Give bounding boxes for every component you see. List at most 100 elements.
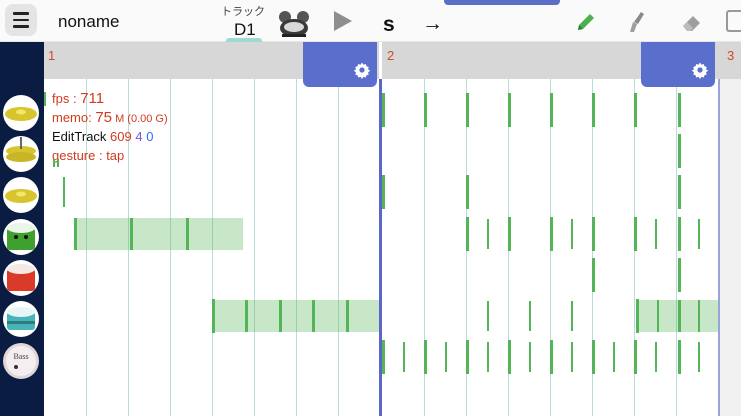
note[interactable] <box>698 300 700 332</box>
note[interactable] <box>245 300 248 332</box>
note[interactable] <box>279 300 282 332</box>
measure-settings-button[interactable] <box>303 42 377 87</box>
measure-number: 3 <box>727 48 735 63</box>
note[interactable] <box>424 340 427 374</box>
note[interactable] <box>487 301 489 331</box>
bass-drum-icon[interactable]: Bass <box>2 342 40 380</box>
measure-settings-button[interactable] <box>641 42 715 87</box>
note[interactable] <box>346 300 349 332</box>
play-icon[interactable] <box>334 11 352 31</box>
note[interactable] <box>466 93 469 127</box>
note[interactable] <box>466 217 469 251</box>
edit-track-value-c: 0 <box>146 129 154 144</box>
gear-icon <box>353 62 371 79</box>
note[interactable] <box>592 340 595 374</box>
measure-number: 2 <box>387 48 395 63</box>
note[interactable] <box>74 218 77 250</box>
note[interactable] <box>634 217 637 251</box>
note[interactable] <box>445 342 447 372</box>
beat-line <box>338 79 339 416</box>
note[interactable] <box>382 340 385 374</box>
note[interactable] <box>655 219 657 249</box>
note[interactable] <box>678 340 681 374</box>
note[interactable] <box>487 219 489 249</box>
pencil-icon[interactable] <box>574 10 598 34</box>
note-hold[interactable] <box>636 300 718 332</box>
note[interactable] <box>657 300 659 332</box>
note[interactable] <box>466 175 469 209</box>
note[interactable] <box>571 219 573 249</box>
note[interactable] <box>529 342 531 372</box>
note[interactable] <box>550 217 553 251</box>
toolbar: noname トラック D1 s → <box>0 0 741 42</box>
note[interactable] <box>678 93 681 127</box>
edit-track-value-a: 609 <box>110 129 132 144</box>
arrow-right-icon[interactable]: → <box>422 13 443 34</box>
hihat-icon[interactable] <box>2 135 40 173</box>
note[interactable] <box>382 175 385 209</box>
note[interactable] <box>508 93 511 127</box>
note[interactable] <box>186 218 189 250</box>
note[interactable] <box>592 217 595 251</box>
note[interactable] <box>466 340 469 374</box>
note[interactable] <box>487 342 489 372</box>
note[interactable] <box>382 93 385 127</box>
debug-indicator <box>44 92 46 106</box>
note[interactable] <box>592 93 595 127</box>
note[interactable] <box>592 258 595 292</box>
panel-toggle-button[interactable] <box>726 10 741 32</box>
note[interactable] <box>571 342 573 372</box>
select-mode-button[interactable]: s <box>383 14 395 35</box>
note[interactable] <box>212 299 215 333</box>
drum-kit-icon[interactable] <box>276 8 312 40</box>
note-hold[interactable] <box>212 300 379 332</box>
note[interactable] <box>678 217 681 251</box>
note[interactable] <box>655 342 657 372</box>
debug-overlay: fps : 711 memo: 75 M (0.00 G) EditTrack … <box>52 90 168 165</box>
note[interactable] <box>678 300 681 332</box>
next-measure-area <box>718 79 741 416</box>
eraser-icon[interactable] <box>680 10 704 34</box>
note[interactable] <box>678 258 681 292</box>
note[interactable] <box>63 177 65 207</box>
scroll-position-indicator[interactable] <box>444 0 560 5</box>
brush-icon[interactable] <box>624 10 648 34</box>
crash-cymbal-icon[interactable] <box>2 176 40 214</box>
note[interactable] <box>508 217 511 251</box>
track-name-button[interactable]: D1 <box>234 20 256 40</box>
debug-marker <box>53 159 55 167</box>
debug-marker <box>57 159 59 167</box>
note[interactable] <box>678 175 681 209</box>
beat-line <box>254 79 255 416</box>
snare-icon[interactable] <box>2 300 40 338</box>
note[interactable] <box>529 301 531 331</box>
note[interactable] <box>312 300 315 332</box>
menu-button[interactable] <box>5 4 37 36</box>
song-title[interactable]: noname <box>58 12 119 32</box>
beat-line <box>676 79 677 416</box>
note[interactable] <box>634 340 637 374</box>
note[interactable] <box>678 134 681 168</box>
note[interactable] <box>508 340 511 374</box>
note[interactable] <box>550 340 553 374</box>
memo-label: memo: <box>52 109 96 125</box>
memo-value: 75 <box>95 108 113 126</box>
cymbal-icon[interactable] <box>2 94 40 132</box>
note-hold[interactable] <box>74 218 243 250</box>
note[interactable] <box>424 93 427 127</box>
note[interactable] <box>698 342 700 372</box>
note[interactable] <box>571 301 573 331</box>
note[interactable] <box>698 219 700 249</box>
note[interactable] <box>130 218 133 250</box>
bass-drum-label: Bass <box>13 352 28 361</box>
memo-unit: M (0.00 G) <box>112 112 168 125</box>
note[interactable] <box>403 342 405 372</box>
fps-line: fps : 711 <box>52 90 168 109</box>
note[interactable] <box>550 93 553 127</box>
note[interactable] <box>613 342 615 372</box>
tom-high-icon[interactable] <box>2 218 40 256</box>
track-caption: トラック <box>221 5 265 18</box>
tom-low-icon[interactable] <box>2 259 40 297</box>
note[interactable] <box>634 93 637 127</box>
note[interactable] <box>636 299 639 333</box>
